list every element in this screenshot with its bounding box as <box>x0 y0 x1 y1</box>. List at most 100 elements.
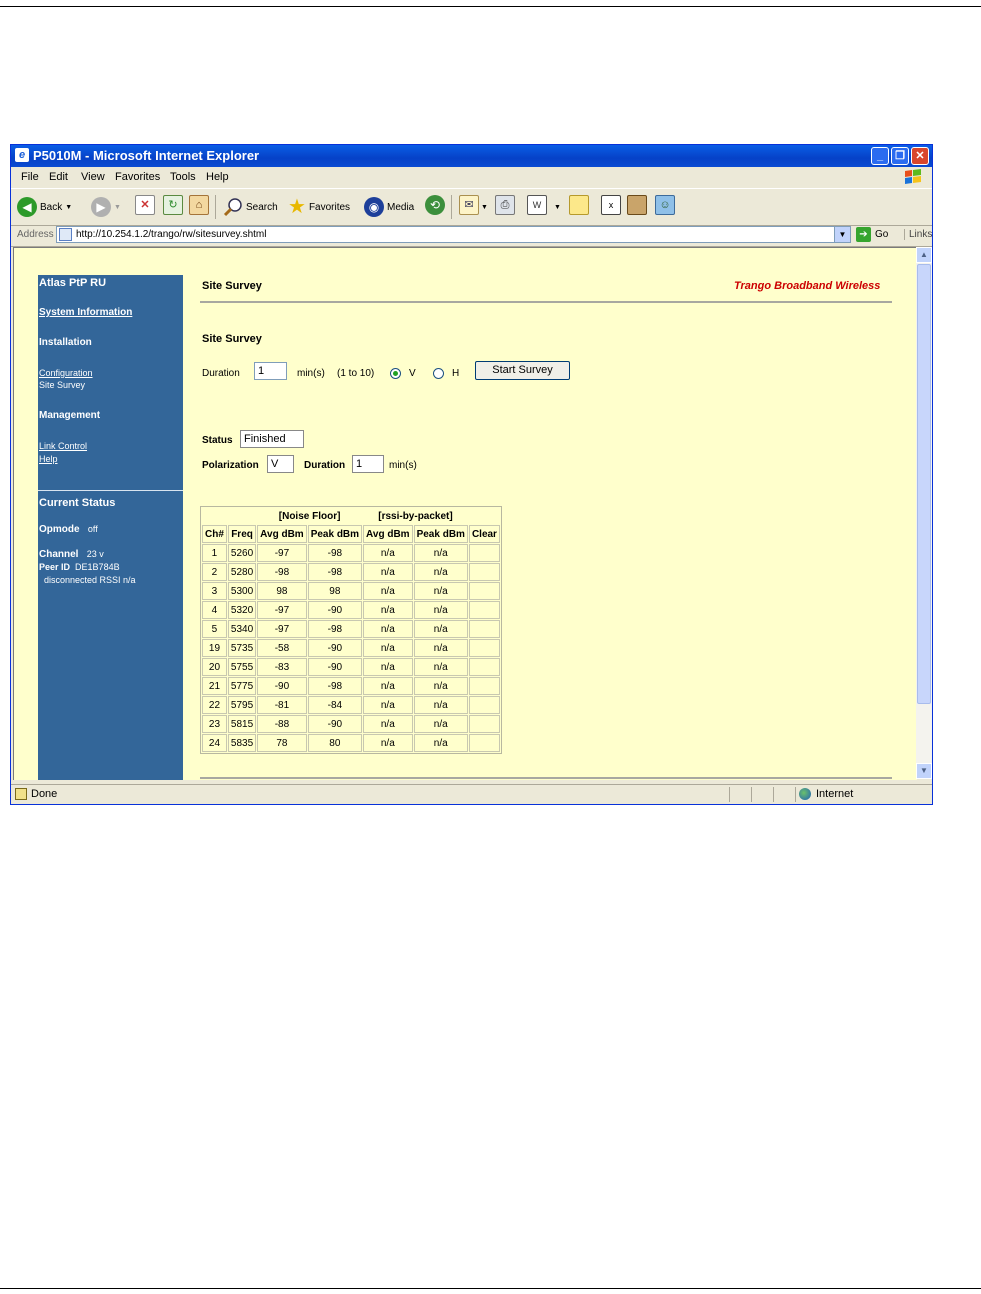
column-header: Clear <box>468 525 500 543</box>
table-cell: 5795 <box>227 696 257 714</box>
table-cell: -98 <box>307 620 363 638</box>
menu-view[interactable]: View <box>81 171 105 183</box>
group-header-noise-floor: [Noise Floor] <box>278 510 341 522</box>
ie-logo-icon: e <box>15 148 29 162</box>
table-cell: n/a <box>413 715 468 733</box>
page-top-rule <box>0 6 981 7</box>
vertical-scrollbar[interactable]: ▲ ▼ <box>916 247 932 779</box>
table-cell: 4 <box>202 601 227 619</box>
table-cell: n/a <box>413 734 468 752</box>
table-row: 23 5815 -88 -90 n/a n/a <box>202 715 500 733</box>
page-viewport: Atlas PtP RU System Information Installa… <box>13 247 917 780</box>
status-pane-divider <box>729 787 730 802</box>
scroll-thumb[interactable] <box>917 264 931 704</box>
maximize-button[interactable]: ❐ <box>891 147 909 165</box>
sidebar-item-help[interactable]: Help <box>39 454 58 464</box>
polarization-v-radio[interactable] <box>390 368 401 379</box>
discuss-icon[interactable] <box>569 195 589 215</box>
table-cell: n/a <box>363 544 413 562</box>
table-row: 1 5260 -97 -98 n/a n/a <box>202 544 500 562</box>
menu-favorites[interactable]: Favorites <box>115 171 160 183</box>
start-survey-button[interactable]: Start Survey <box>475 361 570 380</box>
messenger-doc-icon[interactable]: x <box>601 195 621 215</box>
table-cell: 5340 <box>227 620 257 638</box>
table-cell: 78 <box>257 734 307 752</box>
close-button[interactable]: ✕ <box>911 147 929 165</box>
sidebar-item-system-information[interactable]: System Information <box>39 307 132 318</box>
page-done-icon <box>15 788 27 800</box>
polarization-h-radio[interactable] <box>433 368 444 379</box>
title-bar[interactable]: e P5010M - Microsoft Internet Explorer _… <box>11 145 932 167</box>
menu-edit[interactable]: Edit <box>49 171 68 183</box>
page-title: Site Survey <box>202 280 262 292</box>
table-cell: n/a <box>413 563 468 581</box>
address-dropdown-icon[interactable]: ▼ <box>834 227 850 242</box>
media-label: Media <box>387 201 415 213</box>
duration-range: (1 to 10) <box>337 368 375 379</box>
edit-dropdown-icon[interactable]: ▼ <box>554 195 561 219</box>
scroll-down-icon[interactable]: ▼ <box>916 763 932 779</box>
links-button[interactable]: Links <box>904 229 932 240</box>
refresh-icon[interactable]: ↻ <box>163 195 183 215</box>
column-header: Avg dBm <box>363 525 413 543</box>
back-button[interactable]: ◀ Back ▼ <box>17 195 72 219</box>
toolbar-separator <box>451 195 452 219</box>
polarization-label: Polarization <box>202 460 259 471</box>
table-cell: -90 <box>307 601 363 619</box>
minimize-button[interactable]: _ <box>871 147 889 165</box>
mail-icon[interactable]: ✉ <box>459 195 479 215</box>
go-button[interactable]: ➔ Go <box>856 227 888 242</box>
address-input[interactable]: http://10.254.1.2/trango/rw/sitesurvey.s… <box>56 226 851 243</box>
channel-row: Channel 23 v <box>39 549 104 560</box>
table-row: 20 5755 -83 -90 n/a n/a <box>202 658 500 676</box>
menu-tools[interactable]: Tools <box>170 171 196 183</box>
mail-dropdown-icon[interactable]: ▼ <box>481 195 488 219</box>
table-row: 3 5300 98 98 n/a n/a <box>202 582 500 600</box>
forward-button[interactable]: ▶ ▼ <box>91 195 121 219</box>
table-cell: n/a <box>363 734 413 752</box>
brand-text: Trango Broadband Wireless <box>734 280 881 292</box>
messenger-icon[interactable]: ☺ <box>655 195 675 215</box>
table-row: 24 5835 78 80 n/a n/a <box>202 734 500 752</box>
edit-icon[interactable]: W <box>527 195 547 215</box>
scroll-up-icon[interactable]: ▲ <box>916 247 932 263</box>
menu-help[interactable]: Help <box>206 171 229 183</box>
table-cell: n/a <box>363 601 413 619</box>
sidebar-item-link-control[interactable]: Link Control <box>39 441 87 451</box>
favorites-button[interactable]: ★ Favorites <box>288 195 350 219</box>
table-cell: 23 <box>202 715 227 733</box>
table-cell <box>468 582 500 600</box>
group-header-spacer <box>202 508 256 524</box>
table-cell: 5775 <box>227 677 257 695</box>
table-cell: -90 <box>307 639 363 657</box>
sidebar-item-configuration[interactable]: Configuration <box>39 368 93 378</box>
status-duration-unit: min(s) <box>389 460 417 471</box>
table-cell: n/a <box>413 601 468 619</box>
history-icon[interactable]: ⟲ <box>425 195 445 215</box>
sidebar-title: Atlas PtP RU <box>39 277 107 289</box>
menu-file[interactable]: File <box>21 171 39 183</box>
table-cell: n/a <box>363 582 413 600</box>
home-icon[interactable]: ⌂ <box>189 195 209 215</box>
duration-label: Duration <box>202 368 240 379</box>
group-header-spacer <box>469 508 500 524</box>
media-button[interactable]: ◉ Media <box>364 195 414 219</box>
address-url: http://10.254.1.2/trango/rw/sitesurvey.s… <box>76 229 267 240</box>
header-divider <box>200 301 892 303</box>
search-button[interactable]: Search <box>223 195 278 219</box>
table-cell <box>468 715 500 733</box>
stop-icon[interactable]: ✕ <box>135 195 155 215</box>
table-cell: 5280 <box>227 563 257 581</box>
table-cell: -88 <box>257 715 307 733</box>
print-icon[interactable]: ⎙ <box>495 195 515 215</box>
section-title: Site Survey <box>202 333 262 345</box>
status-label: Status <box>202 435 233 446</box>
table-cell: n/a <box>413 620 468 638</box>
table-cell: -98 <box>307 563 363 581</box>
column-header: Peak dBm <box>413 525 468 543</box>
back-arrow-icon: ◀ <box>17 197 37 217</box>
duration-input[interactable]: 1 <box>254 362 287 380</box>
research-icon[interactable] <box>627 195 647 215</box>
table-cell <box>468 658 500 676</box>
status-pane-divider <box>773 787 774 802</box>
